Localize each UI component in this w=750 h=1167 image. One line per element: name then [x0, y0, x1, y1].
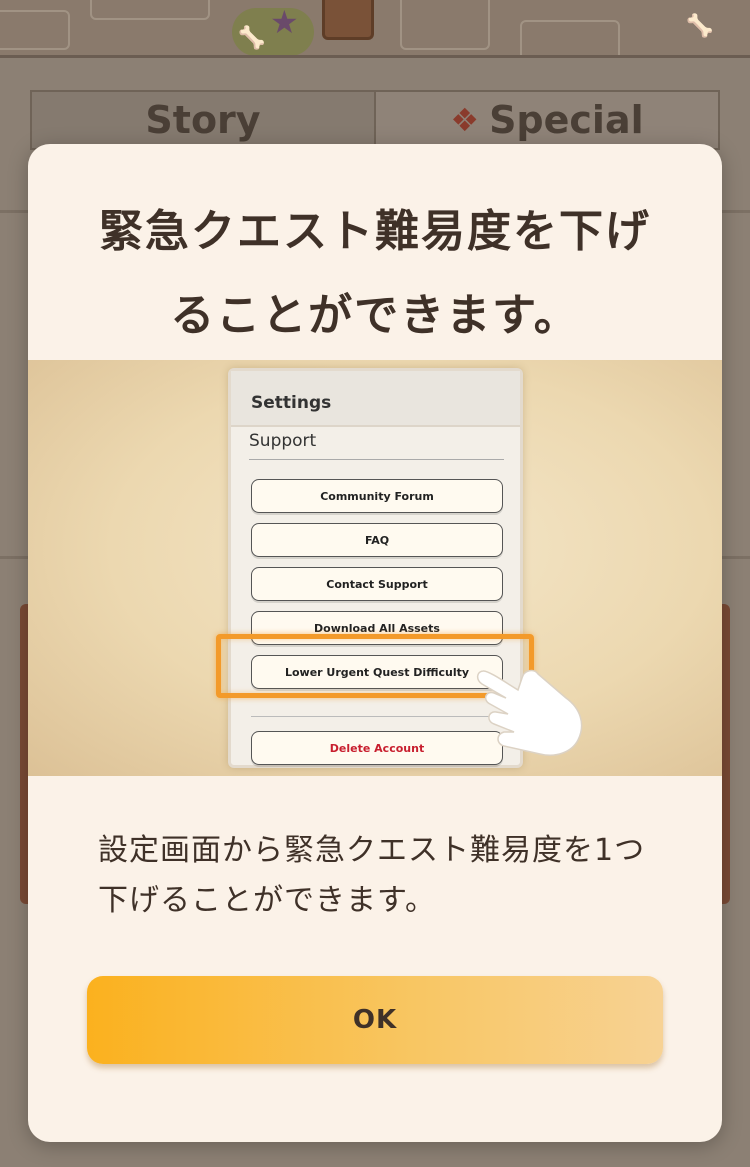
pointing-hand-icon	[476, 669, 583, 756]
contact-support-button: Contact Support	[251, 567, 503, 601]
tutorial-preview-image: Settings Support Community Forum FAQ Con…	[28, 360, 722, 776]
support-section-label: Support	[249, 431, 317, 451]
info-modal: 緊急クエスト難易度を下げることができます。 Settings Support C…	[28, 144, 722, 1142]
ok-button[interactable]: OK	[87, 976, 663, 1064]
diamond-flower-icon: ❖	[450, 101, 480, 139]
faq-button: FAQ	[251, 523, 503, 557]
bone-icon: 🦴	[686, 14, 714, 39]
divider	[251, 716, 506, 717]
tab-story: Story	[32, 92, 376, 148]
divider	[249, 459, 504, 460]
tab-special: ❖ Special	[376, 92, 718, 148]
modal-title: 緊急クエスト難易度を下げることができます。	[99, 206, 651, 341]
modal-body-text: 設定画面から緊急クエスト難易度を1つ下げることができます。	[98, 833, 646, 918]
star-icon: ★	[270, 3, 299, 41]
community-forum-button: Community Forum	[251, 479, 503, 513]
building-icon	[322, 0, 374, 40]
background-map: ★ 🦴 🦴	[0, 0, 750, 58]
background-tabs: Story ❖ Special	[30, 90, 720, 150]
delete-account-button: Delete Account	[251, 731, 503, 765]
bone-icon: 🦴	[238, 26, 266, 51]
settings-title: Settings	[231, 371, 520, 427]
